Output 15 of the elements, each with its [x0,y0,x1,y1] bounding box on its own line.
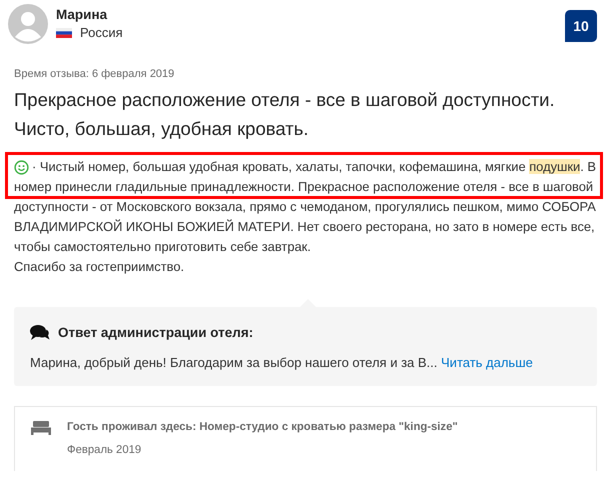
chat-bubbles-icon [30,324,50,342]
avatar-icon [8,4,48,44]
read-more-link[interactable]: Читать дальше [441,354,533,370]
reviewer-name: Марина [56,6,108,23]
review-date: Время отзыва: 6 февраля 2019 [14,67,176,82]
score-badge: 10 [565,10,597,42]
bed-icon [31,421,51,436]
reviewer-country: Россия [80,24,123,42]
flag-icon [56,28,72,38]
response-text: Марина, добрый день! Благодарим за выбор нашего отеля и за В... [30,354,438,370]
review-title: Прекрасное расположение отеля - все в шаговой доступности. Чисто, большая, удобная кровать. [14,88,556,141]
response-heading: Ответ администрации отеля: [58,324,254,342]
stay-date: Февраль 2019 [67,443,142,458]
review-text: · Чистый номер, большая удобная кровать, халаты, тапочки, кофемашина, мягкие подушки. В номер принесли гладильные принадлежности. Прекрасное расположение отеля - все в шаговой доступности - от Московского вокзала, прямо с чемоданом, прогулялись пешком, мимо СОБОРА ВЛАДИМИРСКОЙ ИКОНЫ БОЖИЕЙ МАТЕРИ. Нет своего ресторана, но зато в номере есть все, чтобы самостоятельно приготовить себе завтрак. Спасибо за гостеприимство. [14,158,597,276]
stay-info: Гость проживал здесь: Номер-студио с кроватью размера "king-size" [67,420,458,436]
